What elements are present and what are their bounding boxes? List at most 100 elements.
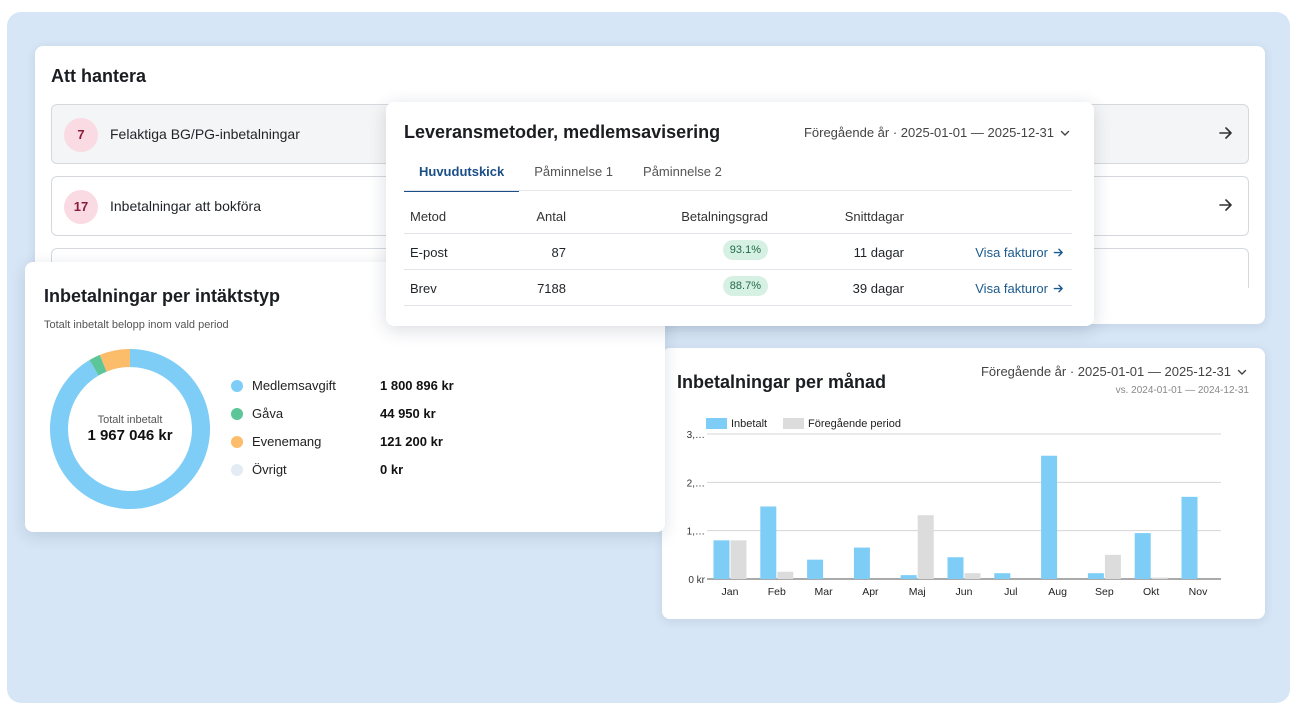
x-tick-label: Maj [909, 586, 926, 598]
visa-fakturor-link[interactable]: Visa fakturor [975, 245, 1064, 260]
donut-slice [89, 354, 107, 376]
status-badge: 88.7% [722, 276, 768, 296]
todo-item-label: Inbetalningar att bokföra [110, 198, 261, 214]
todo-item-label: Felaktiga BG/PG-inbetalningar [110, 126, 300, 142]
x-tick-label: Nov [1189, 586, 1208, 598]
x-tick-label: Mar [815, 586, 834, 598]
arrow-right-icon [1219, 127, 1232, 139]
col-header-snitt: Snittdagar [844, 209, 904, 224]
tab-huvudutskick[interactable]: Huvudutskick [404, 158, 520, 192]
x-tick-label: Feb [768, 586, 786, 598]
bar-inbetalt [1087, 573, 1104, 579]
col-header-metod: Metod [410, 209, 447, 224]
link-label: Visa fakturor [975, 245, 1048, 260]
bar-foregaende [777, 571, 794, 579]
table-row: Brev 7188 88.7% 39 dagar Visa fakturor [404, 270, 1072, 306]
arrow-right-icon [1219, 199, 1232, 211]
chevron-down-icon [1060, 130, 1070, 136]
bar-foregaende [1151, 577, 1168, 579]
visa-fakturor-link[interactable]: Visa fakturor [975, 281, 1064, 296]
legend-swatch [231, 408, 243, 420]
bar-inbetalt [1134, 533, 1151, 579]
monthly-bar-chart: Inbetalt Föregående period 0 kr 1,… 2,… 3,… Ja… [687, 418, 1221, 598]
card-subtitle: Totalt inbetalt belopp inom vald period [44, 319, 229, 331]
bar-inbetalt [994, 573, 1011, 579]
x-tick-label: Jun [956, 586, 973, 598]
bar-inbetalt [807, 559, 824, 579]
bar-inbetalt [713, 540, 730, 579]
donut-slice [99, 349, 131, 372]
cell-metod: Brev [410, 281, 437, 296]
tab-bar: Huvudutskick Påminnelse 1 Påminnelse 2 [404, 158, 737, 192]
period-label: Föregående år · 2025-01-01 — 2025-12-31 [803, 125, 1054, 140]
bar-foregaende [917, 515, 934, 579]
arrow-right-icon [1053, 248, 1063, 257]
bar-inbetalt [760, 506, 777, 579]
legend-swatch [231, 436, 243, 448]
legend-item: Gåva 44 950 kr [231, 403, 491, 431]
legend-item: Övrigt 0 kr [231, 459, 491, 487]
legend-swatch [231, 464, 243, 476]
legend-value: 0 kr [380, 462, 404, 477]
legend-swatch [783, 418, 804, 429]
table-header: Metod Antal Betalningsgrad Snittdagar [404, 198, 1072, 234]
donut-center-value: 1 967 046 kr [87, 427, 173, 444]
status-badge: 93.1% [722, 240, 768, 260]
x-tick-label: Jan [722, 586, 739, 598]
leveransmetoder-card: Leveransmetoder, medlemsavisering Föregå… [386, 102, 1094, 326]
legend-swatch [231, 380, 243, 392]
todo-title: Att hantera [51, 66, 147, 86]
legend-name: Gåva [252, 406, 284, 421]
x-tick-label: Apr [862, 586, 879, 598]
cell-grad: 93.1% [704, 240, 768, 260]
card-title: Inbetalningar per intäktstyp [44, 286, 281, 306]
link-label: Visa fakturor [975, 281, 1048, 296]
period-selector[interactable]: Föregående år · 2025-01-01 — 2025-12-31 [804, 125, 1070, 140]
y-tick-label: 2,… [687, 478, 705, 489]
legend-name: Evenemang [252, 434, 322, 449]
x-tick-label: Aug [1048, 586, 1067, 598]
legend-value: 121 200 kr [380, 434, 443, 449]
period-label: Föregående år · 2025-01-01 — 2025-12-31 [980, 364, 1231, 379]
count-badge: 17 [64, 190, 98, 224]
donut-center-label: Totalt inbetalt [97, 414, 163, 426]
legend-name: Medlemsavgift [252, 378, 336, 393]
bar-foregaende [964, 573, 981, 579]
bar-foregaende [730, 540, 747, 579]
y-tick-label: 3,… [687, 430, 705, 441]
chevron-down-icon [1237, 369, 1247, 375]
comparison-period: vs. 2024-01-01 — 2024-12-31 [1115, 385, 1249, 396]
legend-label: Föregående period [808, 418, 901, 430]
col-header-antal: Antal [536, 209, 566, 224]
cell-metod: E-post [410, 245, 448, 260]
arrow-right-icon [1053, 284, 1063, 293]
cell-snitt: 11 dagar [853, 245, 904, 260]
y-tick-label: 0 kr [688, 575, 705, 586]
cell-antal: 7188 [537, 281, 566, 296]
x-tick-label: Okt [1143, 586, 1159, 598]
cell-grad: 88.7% [704, 276, 768, 296]
cell-snitt: 39 dagar [852, 281, 904, 296]
period-selector[interactable]: Föregående år · 2025-01-01 — 2025-12-31 [981, 364, 1247, 379]
legend-label: Inbetalt [731, 418, 767, 430]
leverans-table: Metod Antal Betalningsgrad Snittdagar E-… [404, 198, 1072, 306]
bar-inbetalt [1181, 496, 1198, 579]
bar-inbetalt [853, 547, 870, 579]
donut-legend: Medlemsavgift 1 800 896 kr Gåva 44 950 k… [231, 375, 491, 487]
bar-inbetalt [947, 557, 964, 579]
y-tick-label: 1,… [687, 527, 705, 538]
legend-value: 44 950 kr [380, 406, 436, 421]
tab-paminnelse-1[interactable]: Påminnelse 1 [519, 158, 628, 192]
manad-card: Inbetalningar per månad Föregående år · … [662, 348, 1265, 619]
legend-item: Evenemang 121 200 kr [231, 431, 491, 459]
table-row: E-post 87 93.1% 11 dagar Visa fakturor [404, 234, 1072, 270]
legend-name: Övrigt [252, 462, 287, 477]
bar-foregaende [1104, 554, 1121, 579]
card-title: Leveransmetoder, medlemsavisering [404, 122, 721, 142]
col-header-grad: Betalningsgrad [681, 209, 768, 224]
card-title: Inbetalningar per månad [677, 372, 887, 392]
cell-antal: 87 [551, 245, 566, 260]
bar-inbetalt [1041, 455, 1058, 579]
legend-value: 1 800 896 kr [380, 378, 454, 393]
tab-paminnelse-2[interactable]: Påminnelse 2 [628, 158, 737, 192]
